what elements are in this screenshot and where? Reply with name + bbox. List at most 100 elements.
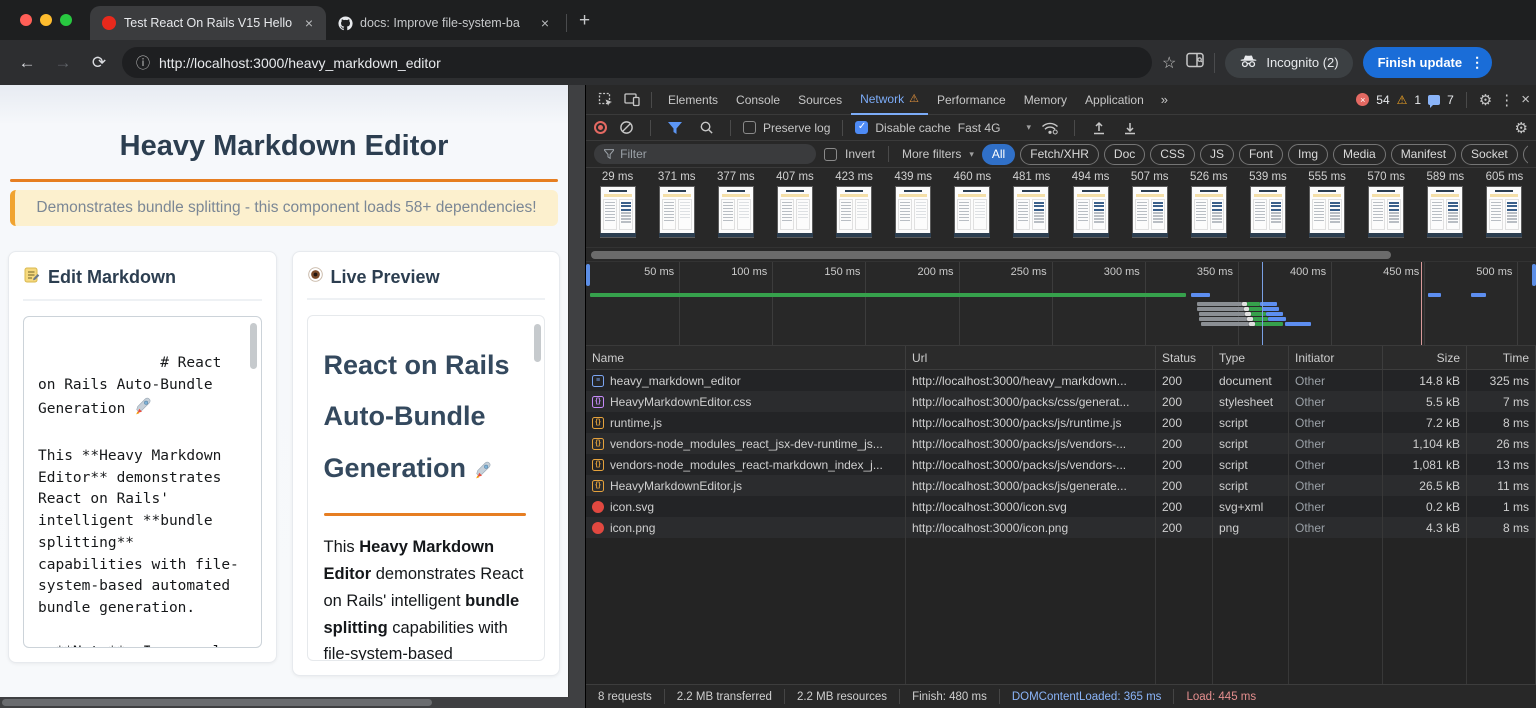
devtools-tab-elements[interactable]: Elements: [659, 85, 727, 115]
column-header-time[interactable]: Time: [1467, 346, 1536, 369]
more-tabs-button[interactable]: »: [1155, 92, 1174, 107]
filmstrip-frame[interactable]: 460 ms: [943, 171, 1002, 247]
tab-close-icon[interactable]: ×: [302, 15, 316, 31]
filter-chip-media[interactable]: Media: [1333, 144, 1386, 165]
invert-checkbox[interactable]: [824, 148, 837, 161]
column-header-type[interactable]: Type: [1213, 346, 1289, 369]
filter-chip-font[interactable]: Font: [1239, 144, 1283, 165]
filter-chip-manifest[interactable]: Manifest: [1391, 144, 1456, 165]
reload-button[interactable]: ⟳: [86, 53, 112, 73]
more-filters-dropdown[interactable]: More filters: [902, 147, 961, 161]
inspect-element-icon[interactable]: [594, 88, 618, 112]
filmstrip-frame[interactable]: 481 ms: [1002, 171, 1061, 247]
filmstrip-frame[interactable]: 371 ms: [647, 171, 706, 247]
filmstrip-frame[interactable]: 423 ms: [825, 171, 884, 247]
filter-funnel-icon[interactable]: [663, 116, 687, 140]
timeline-left-handle[interactable]: [586, 264, 590, 286]
network-conditions-icon[interactable]: [1038, 116, 1062, 140]
preserve-log-checkbox[interactable]: [743, 121, 756, 134]
column-header-url[interactable]: Url: [906, 346, 1156, 369]
devtools-tab-performance[interactable]: Performance: [928, 85, 1015, 115]
back-button[interactable]: ←: [14, 53, 40, 73]
filmstrip-frame[interactable]: 570 ms: [1357, 171, 1416, 247]
network-request-row[interactable]: {}runtime.jshttp://localhost:3000/packs/…: [586, 412, 1536, 433]
devtools-tab-console[interactable]: Console: [727, 85, 789, 115]
import-har-icon[interactable]: [1087, 116, 1111, 140]
site-info-icon[interactable]: ⓘ: [136, 53, 150, 73]
devtools-close-icon[interactable]: ×: [1521, 91, 1530, 108]
filmstrip-frame[interactable]: 605 ms: [1475, 171, 1534, 247]
preserve-log-label[interactable]: Preserve log: [763, 121, 830, 135]
filter-input-wrap[interactable]: [594, 144, 816, 164]
filter-chip-img[interactable]: Img: [1288, 144, 1328, 165]
timeline-right-handle[interactable]: [1532, 264, 1536, 286]
filmstrip-frame[interactable]: 29 ms: [588, 171, 647, 247]
column-header-name[interactable]: Name: [586, 346, 906, 369]
preview-scrollbar[interactable]: [534, 324, 541, 362]
url-text[interactable]: http://localhost:3000/heavy_markdown_edi…: [159, 55, 441, 71]
devtools-tab-sources[interactable]: Sources: [789, 85, 851, 115]
filter-chip-doc[interactable]: Doc: [1104, 144, 1145, 165]
filter-input[interactable]: [620, 147, 806, 161]
network-request-row[interactable]: {}vendors-node_modules_react_jsx-dev-run…: [586, 433, 1536, 454]
filmstrip-frame[interactable]: 555 ms: [1298, 171, 1357, 247]
column-header-size[interactable]: Size: [1383, 346, 1467, 369]
throttling-dropdown[interactable]: Fast 4G ▾: [958, 121, 1031, 135]
disable-cache-checkbox[interactable]: [855, 121, 868, 134]
window-controls[interactable]: [0, 0, 90, 40]
filmstrip-scrollbar[interactable]: [586, 248, 1536, 262]
network-settings-gear-icon[interactable]: ⚙: [1515, 119, 1528, 137]
table-header[interactable]: NameUrlStatusTypeInitiatorSizeTime: [586, 346, 1536, 370]
tab-close-icon[interactable]: ×: [538, 15, 552, 31]
record-network-log-button[interactable]: [594, 121, 607, 134]
filmstrip-frame[interactable]: 377 ms: [706, 171, 765, 247]
filter-chip-fetch-xhr[interactable]: Fetch/XHR: [1020, 144, 1099, 165]
network-request-row[interactable]: {}HeavyMarkdownEditor.jshttp://localhost…: [586, 475, 1536, 496]
column-header-status[interactable]: Status: [1156, 346, 1213, 369]
network-request-row[interactable]: {}vendors-node_modules_react-markdown_in…: [586, 454, 1536, 475]
minimize-window-button[interactable]: [40, 14, 52, 26]
issues-icon[interactable]: [1428, 95, 1440, 105]
filter-chip-all[interactable]: All: [982, 144, 1015, 165]
close-window-button[interactable]: [20, 14, 32, 26]
filter-chip-css[interactable]: CSS: [1150, 144, 1195, 165]
network-request-row[interactable]: ≡heavy_markdown_editorhttp://localhost:3…: [586, 370, 1536, 391]
markdown-textarea[interactable]: # React on Rails Auto-Bundle Generation …: [23, 316, 262, 648]
clear-network-log-icon[interactable]: [614, 116, 638, 140]
side-panel-icon[interactable]: [1186, 52, 1204, 73]
export-har-icon[interactable]: [1118, 116, 1142, 140]
network-request-row[interactable]: icon.svghttp://localhost:3000/icon.svg20…: [586, 496, 1536, 517]
network-overview-timeline[interactable]: 50 ms100 ms150 ms200 ms250 ms300 ms350 m…: [586, 262, 1536, 346]
new-tab-button[interactable]: +: [571, 10, 602, 40]
textarea-scrollbar[interactable]: [250, 323, 257, 369]
filmstrip-frame[interactable]: 589 ms: [1416, 171, 1475, 247]
search-icon[interactable]: [694, 116, 718, 140]
forward-button[interactable]: →: [50, 53, 76, 73]
maximize-window-button[interactable]: [60, 14, 72, 26]
column-header-initiator[interactable]: Initiator: [1289, 346, 1383, 369]
filmstrip-frame[interactable]: 407 ms: [765, 171, 824, 247]
devtools-kebab-icon[interactable]: ⋮: [1499, 91, 1514, 109]
filter-chip-wasm[interactable]: Wasm: [1523, 144, 1528, 165]
devtools-tab-application[interactable]: Application: [1076, 85, 1153, 115]
network-request-row[interactable]: icon.pnghttp://localhost:3000/icon.png20…: [586, 517, 1536, 538]
page-vertical-scrollbar[interactable]: [568, 85, 585, 697]
warning-count-icon[interactable]: ⚠: [1397, 93, 1408, 107]
address-bar[interactable]: ⓘ http://localhost:3000/heavy_markdown_e…: [122, 47, 1152, 78]
filter-chip-socket[interactable]: Socket: [1461, 144, 1518, 165]
invert-label[interactable]: Invert: [845, 147, 875, 161]
browser-tab-active[interactable]: Test React On Rails V15 Hello ×: [90, 6, 326, 40]
browser-menu-kebab-icon[interactable]: ⋮: [1470, 54, 1484, 71]
devtools-tab-network[interactable]: Network⚠: [851, 85, 928, 115]
error-count-icon[interactable]: ×: [1356, 93, 1369, 106]
browser-tab-inactive[interactable]: docs: Improve file-system-ba ×: [326, 6, 562, 40]
bookmark-star-icon[interactable]: ☆: [1162, 53, 1176, 73]
filter-chip-js[interactable]: JS: [1200, 144, 1234, 165]
page-horizontal-scrollbar[interactable]: [0, 697, 585, 708]
filmstrip-frame[interactable]: 439 ms: [884, 171, 943, 247]
device-toolbar-icon[interactable]: [620, 88, 644, 112]
filmstrip-frame[interactable]: 539 ms: [1238, 171, 1297, 247]
disable-cache-label[interactable]: Disable cache: [875, 121, 950, 135]
filmstrip-frame[interactable]: 494 ms: [1061, 171, 1120, 247]
network-request-row[interactable]: {}HeavyMarkdownEditor.csshttp://localhos…: [586, 391, 1536, 412]
